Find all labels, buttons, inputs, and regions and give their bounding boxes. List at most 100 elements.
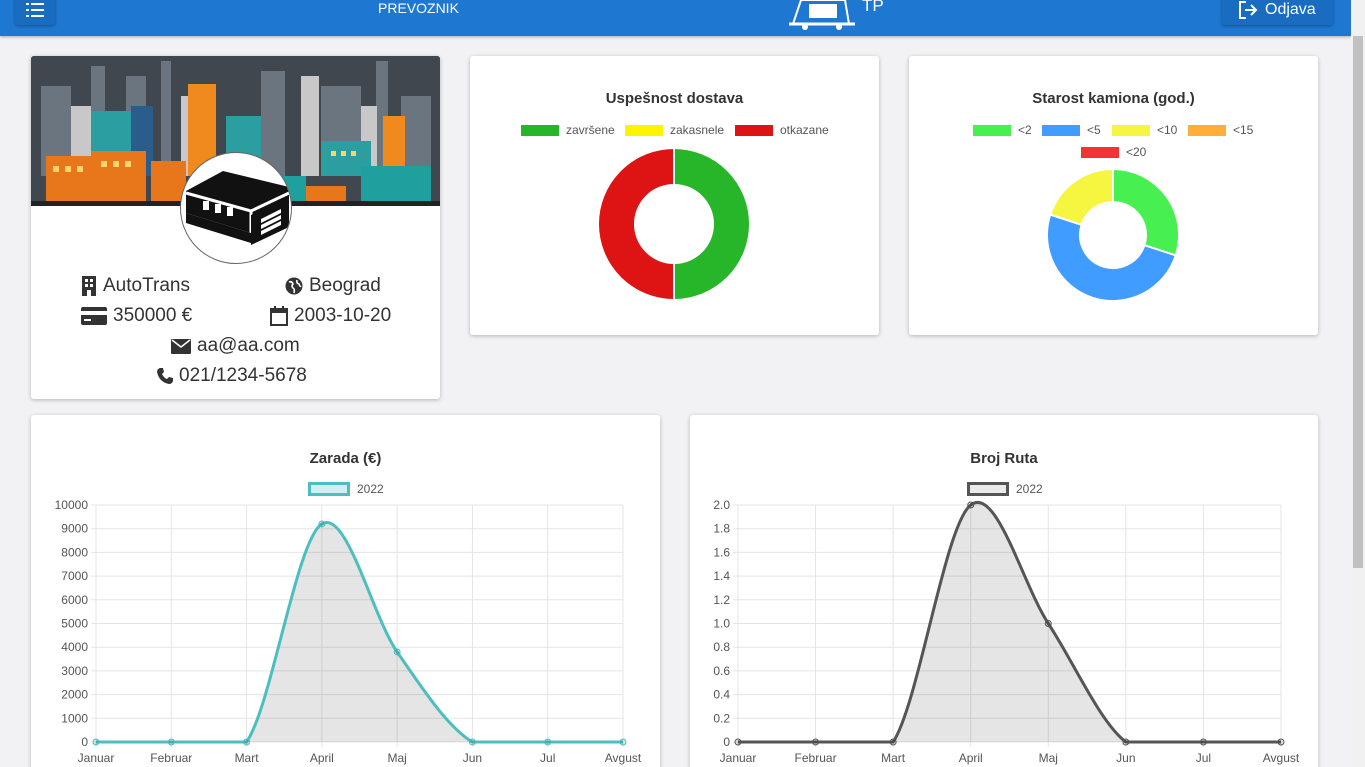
legend-item-cancelled[interactable]: otkazane xyxy=(735,123,829,137)
legend-swatch xyxy=(1188,124,1226,136)
company-city: Beograd xyxy=(309,275,381,296)
data-point[interactable] xyxy=(468,738,476,746)
truck-age-doughnut-chart[interactable] xyxy=(1047,169,1179,301)
x-tick-label: Februar xyxy=(795,751,837,765)
legend-swatch xyxy=(735,124,773,136)
y-tick-label: 3000 xyxy=(61,664,88,678)
x-tick-label: Jun xyxy=(1116,751,1135,765)
legend-swatch xyxy=(973,124,1011,136)
data-point[interactable] xyxy=(92,738,100,746)
legend-label: <2 xyxy=(1018,123,1032,137)
doughnut-slice-2[interactable] xyxy=(597,147,675,301)
truck-age-card: Starost kamiona (god.) <2 <5 <10 <15 <20 xyxy=(909,56,1318,335)
truck-age-chart-title: Starost kamiona (god.) xyxy=(1032,90,1195,107)
logo-text: TP xyxy=(862,0,884,15)
legend-item-routes-2022[interactable]: 2022 xyxy=(967,482,1043,496)
x-tick-label: Februar xyxy=(150,751,192,765)
legend-label: 2022 xyxy=(1016,482,1043,496)
legend-item-lt2[interactable]: <2 xyxy=(973,123,1032,137)
legend-item-earnings-2022[interactable]: 2022 xyxy=(308,482,384,496)
routes-line-chart[interactable]: 0 0.2 0.4 0.6 0.8 1.0 1.2 1.4 1.6 1.8 2.0 Januar Feb… xyxy=(690,495,1318,767)
legend-swatch xyxy=(967,482,1009,496)
legend-label: otkazane xyxy=(780,123,829,137)
earnings-line-chart[interactable]: 0 1000 2000 3000 4000 5000 6000 7000 8000 9000 100… xyxy=(31,495,660,767)
data-point[interactable] xyxy=(318,520,326,528)
doughnut-slice-2[interactable] xyxy=(1048,169,1114,227)
legend-item-lt15[interactable]: <15 xyxy=(1188,123,1253,137)
y-tick-label: 0.8 xyxy=(713,640,730,654)
logout-button[interactable]: Odjava xyxy=(1222,0,1333,25)
globe-icon xyxy=(285,277,303,295)
data-point[interactable] xyxy=(1044,620,1052,627)
x-tick-label: Avgust xyxy=(1263,751,1300,765)
company-capital: 350000 € xyxy=(113,305,193,326)
y-tick-label: 5000 xyxy=(61,617,88,631)
doughnut-slice-0[interactable] xyxy=(1112,169,1179,257)
legend-item-lt5[interactable]: <5 xyxy=(1042,123,1101,137)
earnings-chart-title: Zarada (€) xyxy=(309,450,382,467)
legend-label: <10 xyxy=(1157,123,1178,137)
legend-item-completed[interactable]: završene xyxy=(521,123,615,137)
legend-swatch xyxy=(1112,124,1150,136)
y-tick-label: 1.2 xyxy=(713,593,730,607)
earnings-card: Zarada (€) 2022 0 1000 2000 3000 4000 5000 600… xyxy=(31,415,660,767)
truck-logo-icon[interactable] xyxy=(787,0,857,30)
legend-label: 2022 xyxy=(357,482,384,496)
company-profile-card: AutoTrans Beograd 350000 € 2003-10-20 aa… xyxy=(31,56,440,399)
data-point[interactable] xyxy=(544,738,552,746)
y-tick-label: 1.0 xyxy=(713,617,730,631)
company-name: AutoTrans xyxy=(103,275,190,296)
company-capital-row: 350000 € xyxy=(81,305,192,327)
legend-swatch xyxy=(1081,146,1119,158)
delivery-chart-title: Uspešnost dostava xyxy=(605,90,744,107)
doughnut-slice-0[interactable] xyxy=(673,147,751,301)
legend-item-late[interactable]: zakasnele xyxy=(625,123,724,137)
company-city-row: Beograd xyxy=(285,275,381,297)
legend-item-lt20[interactable]: <20 xyxy=(1081,145,1146,159)
data-point[interactable] xyxy=(1122,738,1130,746)
data-point[interactable] xyxy=(1277,738,1285,746)
building-icon xyxy=(82,276,96,296)
company-founded-date: 2003-10-20 xyxy=(294,305,392,326)
x-tick-label: Mart xyxy=(881,751,906,765)
legend-swatch xyxy=(1042,124,1080,136)
x-tick-label: Januar xyxy=(78,751,115,765)
delivery-doughnut-chart[interactable] xyxy=(597,147,751,301)
legend-label: <15 xyxy=(1233,123,1254,137)
data-point[interactable] xyxy=(1199,738,1207,746)
x-tick-label: April xyxy=(959,751,983,765)
legend-swatch xyxy=(308,482,350,496)
y-tick-label: 4000 xyxy=(61,640,88,654)
menu-toggle-button[interactable] xyxy=(15,0,55,25)
y-tick-label: 1.6 xyxy=(713,545,730,559)
warehouse-icon xyxy=(185,171,290,245)
company-email: aa@aa.com xyxy=(197,335,300,356)
y-tick-label: 0.2 xyxy=(713,711,730,725)
x-tick-label: Avgust xyxy=(605,751,642,765)
y-tick-label: 9000 xyxy=(61,522,88,536)
calendar-icon xyxy=(270,306,288,326)
data-point[interactable] xyxy=(167,738,175,746)
routes-chart-title: Broj Ruta xyxy=(970,450,1038,467)
data-point[interactable] xyxy=(812,738,820,746)
data-point[interactable] xyxy=(243,738,251,746)
company-name-row: AutoTrans xyxy=(81,275,190,297)
warehouse-avatar xyxy=(180,152,292,264)
page-scrollbar[interactable] xyxy=(1351,0,1365,767)
scrollbar-thumb[interactable] xyxy=(1353,36,1363,568)
company-date-row: 2003-10-20 xyxy=(270,305,391,327)
y-tick-label: 0.4 xyxy=(713,688,730,702)
envelope-icon xyxy=(171,338,191,354)
data-point[interactable] xyxy=(967,501,975,509)
x-tick-label: Mart xyxy=(235,751,260,765)
data-point[interactable] xyxy=(889,738,897,746)
y-tick-label: 0 xyxy=(723,735,730,749)
y-tick-label: 6000 xyxy=(61,593,88,607)
data-point[interactable] xyxy=(393,648,401,656)
logout-icon xyxy=(1239,0,1258,19)
data-point[interactable] xyxy=(734,738,742,746)
x-tick-label: Jun xyxy=(463,751,482,765)
company-phone: 021/1234-5678 xyxy=(179,365,307,386)
data-point[interactable] xyxy=(619,738,627,746)
legend-item-lt10[interactable]: <10 xyxy=(1112,123,1177,137)
